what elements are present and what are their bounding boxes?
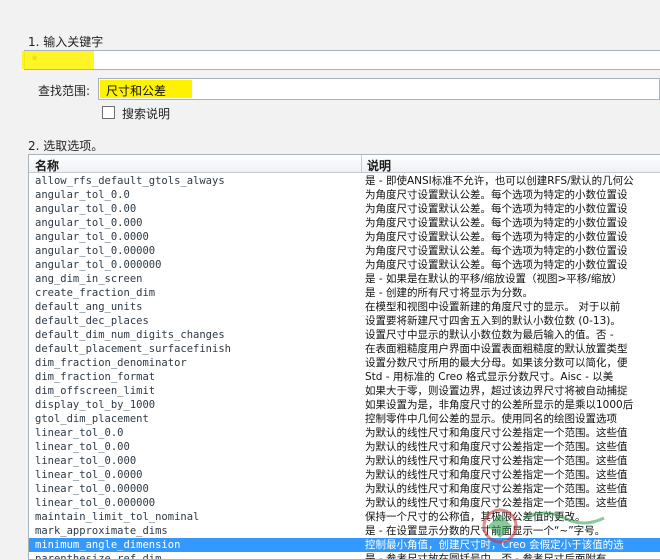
option-description: 是 - 如果是在默认的平移/缩放设置（视图>平移/缩放）: [365, 273, 623, 285]
option-description: 是 - 在设置显示分数的尺寸前面显示一个“~”字号。: [365, 525, 606, 537]
option-description: 设置尺寸中显示的默认小数位数为最后输入的值。否 -: [365, 329, 614, 341]
option-name: angular_tol_0.00000: [35, 245, 156, 257]
table-row[interactable]: linear_tol_0.000 为默认的线性尺寸和角度尺寸公差指定一个范围。这些…: [29, 454, 660, 468]
option-name: angular_tol_0.00: [35, 203, 137, 215]
option-description: 为默认的线性尺寸和角度尺寸公差指定一个范围。这些值: [365, 497, 628, 509]
option-name: dim_fraction_denominator: [35, 357, 187, 369]
column-header-description[interactable]: 说明: [367, 157, 391, 174]
option-description: 在模型和视图中设置新建的角度尺寸的显示。 对于以前: [365, 301, 621, 313]
option-name: parenthesize_ref_dim: [35, 553, 162, 560]
table-row[interactable]: mark_approximate_dims 是 - 在设置显示分数的尺寸前面显示一…: [29, 524, 660, 538]
table-row[interactable]: minimum_angle_dimension 控制最小角值，创建尺寸时，Creo…: [29, 538, 660, 552]
option-description: 是 - 参考尺寸放在圆括号中。否 - 参考尺寸后面附有: [365, 553, 607, 560]
option-description: 设置要将新建尺寸四舍五入到的默认小数位数 (0-13)。: [365, 315, 621, 327]
option-description: 为角度尺寸设置默认公差。每个选项为特定的小数位置设: [365, 259, 628, 271]
option-name: linear_tol_0.000: [35, 455, 137, 467]
table-row[interactable]: linear_tol_0.000000 为默认的线性尺寸和角度尺寸公差指定一个范围…: [29, 496, 660, 510]
table-row[interactable]: angular_tol_0.0000 为角度尺寸设置默认公差。每个选项为特定的小数…: [29, 230, 660, 244]
option-description: 如果大于零，则设置边界，超过该边界尺寸将被自动捕捉: [365, 385, 628, 397]
option-name: minimum_angle_dimension: [35, 539, 181, 551]
table-row[interactable]: parenthesize_ref_dim 是 - 参考尺寸放在圆括号中。否 - 参…: [29, 552, 660, 560]
table-row[interactable]: display_tol_by_1000 如果设置为是，非角度尺寸的公差所显示的是乘…: [29, 398, 660, 412]
option-description: 如果设置为是，非角度尺寸的公差所显示的是乘以1000后: [365, 399, 634, 411]
table-row[interactable]: linear_tol_0.00 为默认的线性尺寸和角度尺寸公差指定一个范围。这些值: [29, 440, 660, 454]
option-description: 为角度尺寸设置默认公差。每个选项为特定的小数位置设: [365, 217, 628, 229]
option-name: default_dim_num_digits_changes: [35, 329, 225, 341]
table-row[interactable]: dim_offscreen_limit 如果大于零，则设置边界，超过该边界尺寸将被…: [29, 384, 660, 398]
option-name: default_placement_surfacefinish: [35, 343, 231, 355]
option-description: 为默认的线性尺寸和角度尺寸公差指定一个范围。这些值: [365, 441, 628, 453]
option-description: 在表面粗糙度用户界面中设置表面粗糙度的默认放置类型: [365, 343, 628, 355]
configuration-options-panel: 1. 输入关键字 查找范围: 尺寸和公差 搜索说明 2. 选取选项。 名称 说明…: [0, 0, 660, 560]
table-row[interactable]: gtol_dim_placement 控制零件中几何公差的显示。使用同名的绘图设置…: [29, 412, 660, 426]
option-name: angular_tol_0.000000: [35, 259, 162, 271]
option-description: 设置分数尺寸所用的最大分母。如果该分数可以简化，便: [365, 357, 628, 369]
option-description: 为默认的线性尺寸和角度尺寸公差指定一个范围。这些值: [365, 427, 628, 439]
option-name: angular_tol_0.0000: [35, 231, 149, 243]
table-row[interactable]: default_dim_num_digits_changes 设置尺寸中显示的默认…: [29, 328, 660, 342]
option-description: 为角度尺寸设置默认公差。每个选项为特定的小数位置设: [365, 231, 628, 243]
option-name: display_tol_by_1000: [35, 399, 156, 411]
option-name: dim_fraction_format: [35, 371, 156, 383]
option-name: linear_tol_0.000000: [35, 497, 156, 509]
table-row[interactable]: default_dec_places 设置要将新建尺寸四舍五入到的默认小数位数 (…: [29, 314, 660, 328]
table-row[interactable]: linear_tol_0.0000 为默认的线性尺寸和角度尺寸公差指定一个范围。这…: [29, 468, 660, 482]
table-row[interactable]: angular_tol_0.00 为角度尺寸设置默认公差。每个选项为特定的小数位置…: [29, 202, 660, 216]
option-name: linear_tol_0.00000: [35, 483, 149, 495]
option-description: 为默认的线性尺寸和角度尺寸公差指定一个范围。这些值: [365, 469, 628, 481]
option-name: allow_rfs_default_gtols_always: [35, 175, 225, 187]
table-row[interactable]: angular_tol_0.00000 为角度尺寸设置默认公差。每个选项为特定的小…: [29, 244, 660, 258]
option-description: 为默认的线性尺寸和角度尺寸公差指定一个范围。这些值: [365, 455, 628, 467]
scope-select[interactable]: [98, 78, 660, 100]
option-description: 为角度尺寸设置默认公差。每个选项为特定的小数位置设: [365, 189, 628, 201]
option-name: create_fraction_dim: [35, 287, 156, 299]
option-name: linear_tol_0.00: [35, 441, 130, 453]
column-header-name[interactable]: 名称: [35, 157, 59, 174]
option-description: 保持一个尺寸的公称值，其极限公差值的更改。: [365, 511, 586, 523]
table-row[interactable]: dim_fraction_denominator 设置分数尺寸所用的最大分母。如果…: [29, 356, 660, 370]
table-row[interactable]: create_fraction_dim 是 - 创建的所有尺寸将显示为分数。: [29, 286, 660, 300]
table-row[interactable]: ang_dim_in_screen 是 - 如果是在默认的平移/缩放设置（视图>平…: [29, 272, 660, 286]
table-row[interactable]: linear_tol_0.0 为默认的线性尺寸和角度尺寸公差指定一个范围。这些值: [29, 426, 660, 440]
option-description: Std - 用标准的 Creo 格式显示分数尺寸。Aisc - 以美: [365, 371, 614, 383]
option-description: 是 - 创建的所有尺寸将显示为分数。: [365, 287, 533, 299]
option-description: 控制零件中几何公差的显示。使用同名的绘图设置选项: [365, 413, 617, 425]
option-name: angular_tol_0.0: [35, 189, 130, 201]
search-description-checkbox[interactable]: [102, 106, 115, 119]
step2-label: 2. 选取选项。: [28, 139, 104, 153]
table-row[interactable]: angular_tol_0.0 为角度尺寸设置默认公差。每个选项为特定的小数位置设: [29, 188, 660, 202]
table-row[interactable]: default_ang_units 在模型和视图中设置新建的角度尺寸的显示。 对于…: [29, 300, 660, 314]
option-description: 为角度尺寸设置默认公差。每个选项为特定的小数位置设: [365, 245, 628, 257]
scope-label: 查找范围:: [38, 84, 91, 98]
table-row[interactable]: default_placement_surfacefinish 在表面粗糙度用户界…: [29, 342, 660, 356]
scope-value: 尺寸和公差: [106, 84, 167, 98]
option-description: 为角度尺寸设置默认公差。每个选项为特定的小数位置设: [365, 203, 628, 215]
table-row[interactable]: allow_rfs_default_gtols_always 是 - 即使ANSI…: [29, 174, 660, 188]
option-name: linear_tol_0.0000: [35, 469, 143, 481]
table-row[interactable]: dim_fraction_format Std - 用标准的 Creo 格式显示分…: [29, 370, 660, 384]
option-name: ang_dim_in_screen: [35, 273, 143, 285]
option-name: maintain_limit_tol_nominal: [35, 511, 200, 523]
table-row[interactable]: angular_tol_0.000000 为角度尺寸设置默认公差。每个选项为特定的…: [29, 258, 660, 272]
option-name: dim_offscreen_limit: [35, 385, 156, 397]
option-description: 是 - 即使ANSI标准不允许，也可以创建RFS/默认的几何公: [365, 175, 634, 187]
table-row[interactable]: maintain_limit_tol_nominal 保持一个尺寸的公称值，其极限…: [29, 510, 660, 524]
keyword-input[interactable]: [24, 50, 660, 70]
option-name: linear_tol_0.0: [35, 427, 124, 439]
options-rows: allow_rfs_default_gtols_always 是 - 即使ANSI…: [29, 174, 660, 560]
option-name: angular_tol_0.000: [35, 217, 143, 229]
options-list[interactable]: 名称 说明 allow_rfs_default_gtols_always 是 - …: [28, 154, 660, 560]
option-name: mark_approximate_dims: [35, 525, 168, 537]
option-description: 为默认的线性尺寸和角度尺寸公差指定一个范围。这些值: [365, 483, 628, 495]
step1-label: 1. 输入关键字: [28, 35, 104, 49]
column-divider[interactable]: [361, 155, 362, 173]
option-name: default_dec_places: [35, 315, 149, 327]
option-name: gtol_dim_placement: [35, 413, 149, 425]
table-row[interactable]: linear_tol_0.00000 为默认的线性尺寸和角度尺寸公差指定一个范围。…: [29, 482, 660, 496]
list-header: 名称 说明: [29, 155, 660, 173]
search-description-label: 搜索说明: [122, 107, 171, 121]
table-row[interactable]: angular_tol_0.000 为角度尺寸设置默认公差。每个选项为特定的小数位…: [29, 216, 660, 230]
option-description: 控制最小角值，创建尺寸时，Creo 会假定小于该值的选: [365, 539, 624, 551]
option-name: default_ang_units: [35, 301, 143, 313]
